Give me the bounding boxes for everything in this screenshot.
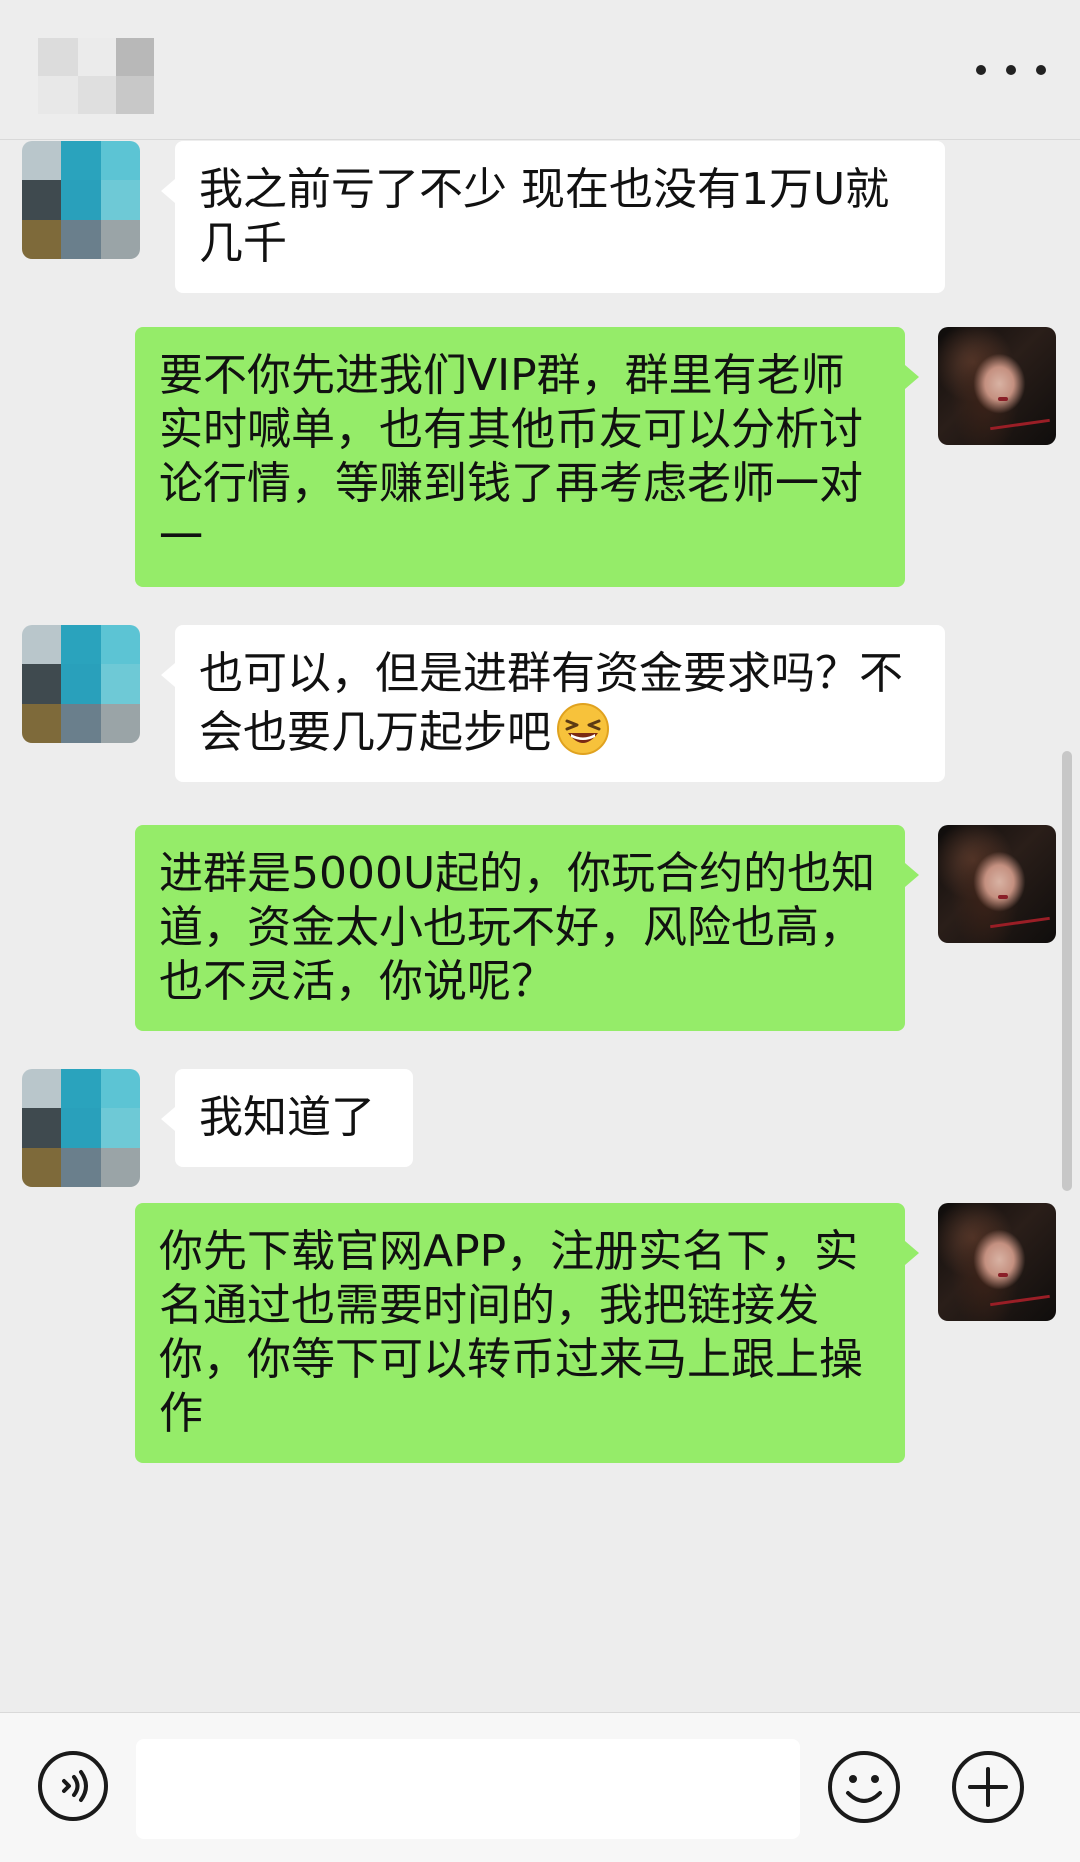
message-text: 我知道了 — [199, 1092, 375, 1143]
user-avatar[interactable] — [938, 327, 1056, 445]
message-input[interactable] — [136, 1739, 800, 1839]
composer-bar — [0, 1712, 1080, 1862]
message-bubble[interactable]: 进群是5000U起的，你玩合约的也知道，资金太小也玩不好，风险也高，也不灵活，你… — [135, 825, 919, 1031]
user-avatar[interactable] — [938, 1203, 1056, 1321]
message-bubble[interactable]: 我之前亏了不少 现在也没有1万U就几千 — [161, 141, 945, 293]
contact-avatar[interactable] — [22, 625, 140, 743]
contact-name-pixelated — [38, 38, 154, 114]
voice-input-icon[interactable] — [36, 1749, 110, 1823]
plus-icon[interactable] — [950, 1749, 1026, 1825]
more-dots-icon[interactable] — [976, 52, 1046, 88]
message-bubble[interactable]: 要不你先进我们VIP群，群里有老师实时喊单，也有其他币友可以分析讨论行情，等赚到… — [135, 327, 919, 587]
message-text: 要不你先进我们VIP群，群里有老师实时喊单，也有其他币友可以分析讨论行情，等赚到… — [159, 350, 863, 563]
chat-scrollbar[interactable] — [1062, 751, 1072, 1191]
message-text: 进群是5000U起的，你玩合约的也知道，资金太小也玩不好，风险也高，也不灵活，你… — [159, 848, 876, 1007]
message-bubble[interactable]: 也可以，但是进群有资金要求吗？不会也要几万起步吧 — [161, 625, 945, 782]
message-list[interactable]: 我之前亏了不少 现在也没有1万U就几千 要不你先进我们VIP群，群里有老师实时喊… — [0, 141, 1080, 1711]
message-text: 我之前亏了不少 现在也没有1万U就几千 — [199, 164, 890, 269]
message-text: 也可以，但是进群有资金要求吗？不会也要几万起步吧 — [199, 648, 903, 758]
chat-header — [0, 0, 1080, 140]
contact-avatar[interactable] — [22, 1069, 140, 1187]
user-avatar[interactable] — [938, 825, 1056, 943]
contact-avatar[interactable] — [22, 141, 140, 259]
emoji-icon[interactable] — [826, 1749, 902, 1825]
grinning-squinting-face-emoji — [555, 701, 611, 757]
message-bubble[interactable]: 我知道了 — [161, 1069, 413, 1167]
message-bubble[interactable]: 你先下载官网APP，注册实名下，实名通过也需要时间的，我把链接发你，你等下可以转… — [135, 1203, 919, 1463]
message-text: 你先下载官网APP，注册实名下，实名通过也需要时间的，我把链接发你，你等下可以转… — [159, 1226, 863, 1439]
